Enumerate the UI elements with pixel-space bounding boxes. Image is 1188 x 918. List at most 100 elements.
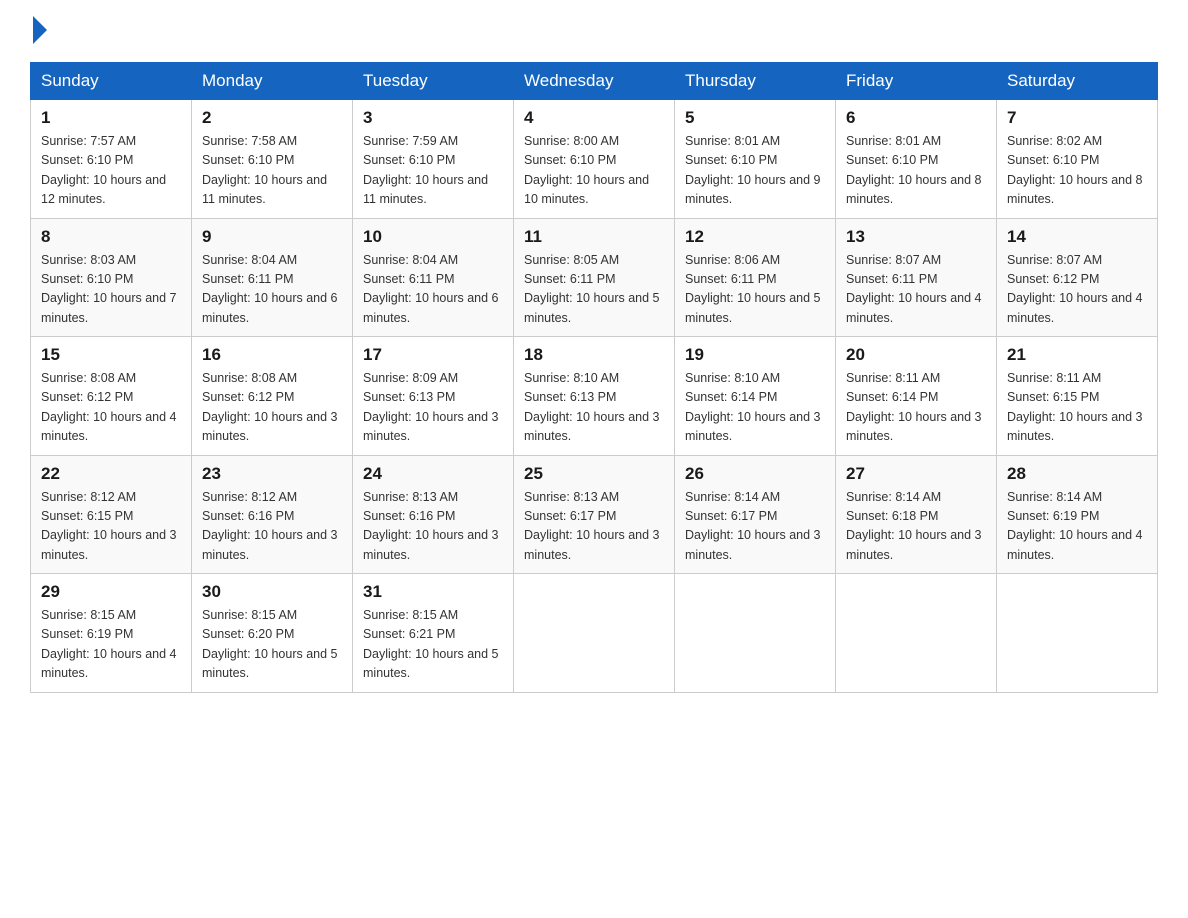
day-info: Sunrise: 8:12 AMSunset: 6:15 PMDaylight:… — [41, 488, 181, 566]
day-info: Sunrise: 8:02 AMSunset: 6:10 PMDaylight:… — [1007, 132, 1147, 210]
calendar-cell — [514, 574, 675, 693]
day-info: Sunrise: 7:57 AMSunset: 6:10 PMDaylight:… — [41, 132, 181, 210]
header-tuesday: Tuesday — [353, 63, 514, 100]
calendar-cell: 7Sunrise: 8:02 AMSunset: 6:10 PMDaylight… — [997, 100, 1158, 219]
calendar-cell: 29 Sunrise: 8:15 AMSunset: 6:19 PMDayligh… — [31, 574, 192, 693]
day-number: 26 — [685, 464, 825, 484]
day-number: 5 — [685, 108, 825, 128]
day-info: Sunrise: 8:12 AMSunset: 6:16 PMDaylight:… — [202, 488, 342, 566]
calendar-cell: 8Sunrise: 8:03 AMSunset: 6:10 PMDaylight… — [31, 218, 192, 337]
day-number: 19 — [685, 345, 825, 365]
day-info: Sunrise: 8:15 AMSunset: 6:20 PMDaylight:… — [202, 606, 342, 684]
calendar-cell: 27 Sunrise: 8:14 AMSunset: 6:18 PMDayligh… — [836, 455, 997, 574]
week-row-3: 15 Sunrise: 8:08 AMSunset: 6:12 PMDayligh… — [31, 337, 1158, 456]
calendar-table: SundayMondayTuesdayWednesdayThursdayFrid… — [30, 62, 1158, 693]
day-info: Sunrise: 8:04 AMSunset: 6:11 PMDaylight:… — [202, 251, 342, 329]
header-friday: Friday — [836, 63, 997, 100]
calendar-header-row: SundayMondayTuesdayWednesdayThursdayFrid… — [31, 63, 1158, 100]
calendar-cell: 1Sunrise: 7:57 AMSunset: 6:10 PMDaylight… — [31, 100, 192, 219]
calendar-cell: 26 Sunrise: 8:14 AMSunset: 6:17 PMDayligh… — [675, 455, 836, 574]
header-wednesday: Wednesday — [514, 63, 675, 100]
day-number: 29 — [41, 582, 181, 602]
calendar-cell: 3 Sunrise: 7:59 AMSunset: 6:10 PMDaylight… — [353, 100, 514, 219]
day-number: 25 — [524, 464, 664, 484]
week-row-4: 22 Sunrise: 8:12 AMSunset: 6:15 PMDayligh… — [31, 455, 1158, 574]
calendar-cell — [997, 574, 1158, 693]
calendar-cell: 9 Sunrise: 8:04 AMSunset: 6:11 PMDaylight… — [192, 218, 353, 337]
day-info: Sunrise: 8:06 AMSunset: 6:11 PMDaylight:… — [685, 251, 825, 329]
logo — [30, 20, 47, 44]
day-info: Sunrise: 8:08 AMSunset: 6:12 PMDaylight:… — [202, 369, 342, 447]
header-thursday: Thursday — [675, 63, 836, 100]
day-info: Sunrise: 8:15 AMSunset: 6:19 PMDaylight:… — [41, 606, 181, 684]
day-number: 22 — [41, 464, 181, 484]
day-info: Sunrise: 8:05 AMSunset: 6:11 PMDaylight:… — [524, 251, 664, 329]
day-number: 27 — [846, 464, 986, 484]
calendar-cell: 23Sunrise: 8:12 AMSunset: 6:16 PMDayligh… — [192, 455, 353, 574]
calendar-cell — [675, 574, 836, 693]
day-info: Sunrise: 8:14 AMSunset: 6:19 PMDaylight:… — [1007, 488, 1147, 566]
calendar-cell: 16Sunrise: 8:08 AMSunset: 6:12 PMDayligh… — [192, 337, 353, 456]
page-header — [30, 20, 1158, 44]
day-number: 12 — [685, 227, 825, 247]
day-number: 6 — [846, 108, 986, 128]
calendar-cell: 6 Sunrise: 8:01 AMSunset: 6:10 PMDaylight… — [836, 100, 997, 219]
day-info: Sunrise: 7:58 AMSunset: 6:10 PMDaylight:… — [202, 132, 342, 210]
day-info: Sunrise: 8:07 AMSunset: 6:12 PMDaylight:… — [1007, 251, 1147, 329]
calendar-cell: 2 Sunrise: 7:58 AMSunset: 6:10 PMDaylight… — [192, 100, 353, 219]
calendar-cell: 11 Sunrise: 8:05 AMSunset: 6:11 PMDayligh… — [514, 218, 675, 337]
day-info: Sunrise: 8:01 AMSunset: 6:10 PMDaylight:… — [685, 132, 825, 210]
day-number: 28 — [1007, 464, 1147, 484]
calendar-cell — [836, 574, 997, 693]
day-info: Sunrise: 8:07 AMSunset: 6:11 PMDaylight:… — [846, 251, 986, 329]
calendar-cell: 5 Sunrise: 8:01 AMSunset: 6:10 PMDaylight… — [675, 100, 836, 219]
calendar-cell: 12 Sunrise: 8:06 AMSunset: 6:11 PMDayligh… — [675, 218, 836, 337]
day-info: Sunrise: 8:15 AMSunset: 6:21 PMDaylight:… — [363, 606, 503, 684]
day-info: Sunrise: 8:14 AMSunset: 6:17 PMDaylight:… — [685, 488, 825, 566]
day-info: Sunrise: 8:11 AMSunset: 6:15 PMDaylight:… — [1007, 369, 1147, 447]
week-row-1: 1Sunrise: 7:57 AMSunset: 6:10 PMDaylight… — [31, 100, 1158, 219]
day-number: 4 — [524, 108, 664, 128]
calendar-cell: 20Sunrise: 8:11 AMSunset: 6:14 PMDayligh… — [836, 337, 997, 456]
day-number: 21 — [1007, 345, 1147, 365]
day-number: 13 — [846, 227, 986, 247]
day-info: Sunrise: 8:13 AMSunset: 6:16 PMDaylight:… — [363, 488, 503, 566]
day-number: 9 — [202, 227, 342, 247]
calendar-cell: 10 Sunrise: 8:04 AMSunset: 6:11 PMDayligh… — [353, 218, 514, 337]
day-info: Sunrise: 7:59 AMSunset: 6:10 PMDaylight:… — [363, 132, 503, 210]
calendar-cell: 17Sunrise: 8:09 AMSunset: 6:13 PMDayligh… — [353, 337, 514, 456]
day-number: 17 — [363, 345, 503, 365]
day-number: 3 — [363, 108, 503, 128]
calendar-cell: 4 Sunrise: 8:00 AMSunset: 6:10 PMDaylight… — [514, 100, 675, 219]
day-number: 2 — [202, 108, 342, 128]
week-row-2: 8Sunrise: 8:03 AMSunset: 6:10 PMDaylight… — [31, 218, 1158, 337]
day-info: Sunrise: 8:10 AMSunset: 6:14 PMDaylight:… — [685, 369, 825, 447]
calendar-cell: 14 Sunrise: 8:07 AMSunset: 6:12 PMDayligh… — [997, 218, 1158, 337]
calendar-cell: 31 Sunrise: 8:15 AMSunset: 6:21 PMDayligh… — [353, 574, 514, 693]
day-number: 31 — [363, 582, 503, 602]
week-row-5: 29 Sunrise: 8:15 AMSunset: 6:19 PMDayligh… — [31, 574, 1158, 693]
day-info: Sunrise: 8:14 AMSunset: 6:18 PMDaylight:… — [846, 488, 986, 566]
calendar-cell: 13 Sunrise: 8:07 AMSunset: 6:11 PMDayligh… — [836, 218, 997, 337]
header-saturday: Saturday — [997, 63, 1158, 100]
day-number: 10 — [363, 227, 503, 247]
calendar-cell: 28 Sunrise: 8:14 AMSunset: 6:19 PMDayligh… — [997, 455, 1158, 574]
day-number: 14 — [1007, 227, 1147, 247]
day-info: Sunrise: 8:11 AMSunset: 6:14 PMDaylight:… — [846, 369, 986, 447]
day-number: 30 — [202, 582, 342, 602]
day-info: Sunrise: 8:04 AMSunset: 6:11 PMDaylight:… — [363, 251, 503, 329]
day-info: Sunrise: 8:10 AMSunset: 6:13 PMDaylight:… — [524, 369, 664, 447]
calendar-cell: 21 Sunrise: 8:11 AMSunset: 6:15 PMDayligh… — [997, 337, 1158, 456]
day-info: Sunrise: 8:08 AMSunset: 6:12 PMDaylight:… — [41, 369, 181, 447]
day-number: 15 — [41, 345, 181, 365]
header-monday: Monday — [192, 63, 353, 100]
calendar-cell: 22 Sunrise: 8:12 AMSunset: 6:15 PMDayligh… — [31, 455, 192, 574]
day-info: Sunrise: 8:03 AMSunset: 6:10 PMDaylight:… — [41, 251, 181, 329]
calendar-cell: 24Sunrise: 8:13 AMSunset: 6:16 PMDayligh… — [353, 455, 514, 574]
day-number: 11 — [524, 227, 664, 247]
day-info: Sunrise: 8:01 AMSunset: 6:10 PMDaylight:… — [846, 132, 986, 210]
calendar-cell: 25 Sunrise: 8:13 AMSunset: 6:17 PMDayligh… — [514, 455, 675, 574]
header-sunday: Sunday — [31, 63, 192, 100]
day-info: Sunrise: 8:13 AMSunset: 6:17 PMDaylight:… — [524, 488, 664, 566]
day-info: Sunrise: 8:00 AMSunset: 6:10 PMDaylight:… — [524, 132, 664, 210]
